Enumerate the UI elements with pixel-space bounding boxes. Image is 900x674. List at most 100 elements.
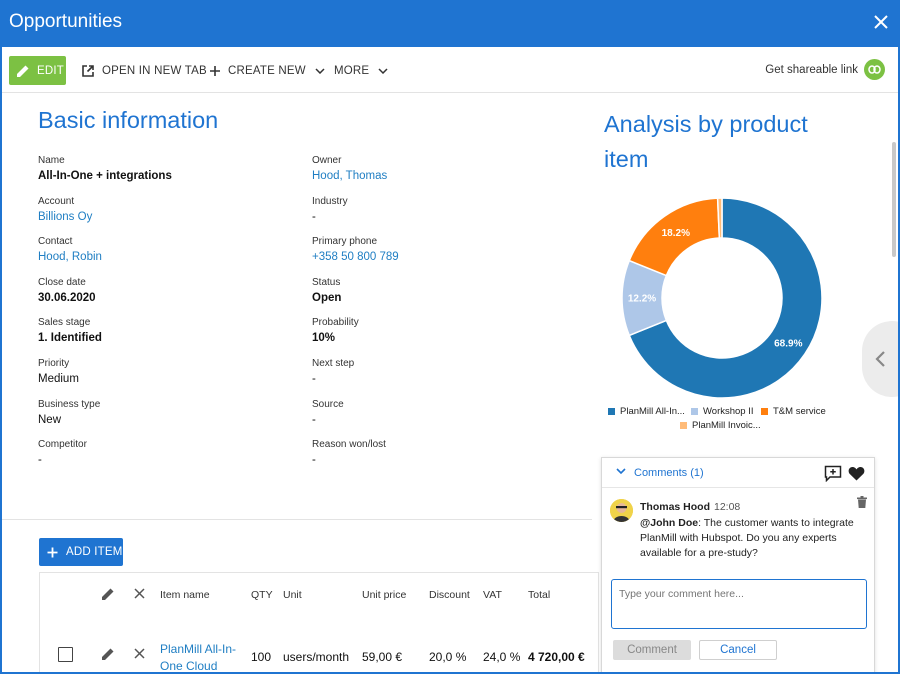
items-table: Item name QTY Unit Unit price Discount V… [39, 572, 599, 673]
collapse-panel-tab[interactable] [862, 321, 898, 397]
field-value[interactable]: Hood, Robin [38, 251, 298, 263]
field-label: Contact [38, 236, 73, 248]
edit-button[interactable]: EDIT [9, 56, 66, 85]
open-in-new-tab-button[interactable]: OPEN IN NEW TAB [81, 57, 207, 85]
legend-swatch [691, 408, 698, 415]
edit-label: EDIT [37, 64, 64, 77]
field-status: Status Open [312, 277, 572, 304]
title-bar: Opportunities [2, 2, 898, 47]
open-in-new-tab-label: OPEN IN NEW TAB [102, 65, 207, 77]
legend-item[interactable]: PlanMill Invoic... [680, 420, 761, 431]
field-competitor: Competitor - [38, 439, 298, 466]
item-name-link[interactable]: PlanMill All-In- One Cloud [160, 641, 236, 673]
delete-row-icon[interactable] [134, 648, 145, 659]
field-value: 30.06.2020 [38, 291, 96, 304]
comment-button[interactable]: Comment [613, 640, 691, 660]
field-label: Close date [38, 276, 86, 288]
comments-title: Comments (1) [634, 467, 704, 479]
more-button[interactable]: MORE [334, 57, 388, 85]
open-external-icon [82, 65, 94, 77]
field-label: Primary phone [312, 236, 378, 248]
field-label: Sales stage [38, 317, 91, 329]
chevron-down-icon [378, 68, 388, 74]
field-label: Source [312, 398, 344, 410]
cancel-button[interactable]: Cancel [699, 640, 777, 660]
field-value: - [312, 373, 316, 385]
avatar [610, 499, 633, 522]
field-contact: Contact Hood, Robin [38, 236, 298, 263]
header-total: Total [528, 589, 551, 601]
field-probability: Probability 10% [312, 317, 572, 344]
more-label: MORE [334, 65, 370, 77]
donut-data-label: 68.9% [774, 338, 802, 349]
field-owner: Owner Hood, Thomas [312, 155, 572, 182]
pencil-icon[interactable] [101, 587, 115, 601]
field-value[interactable]: +358 50 800 789 [312, 251, 572, 263]
row-checkbox[interactable] [58, 647, 73, 662]
header-item-name: Item name [160, 589, 210, 601]
product-donut-chart: 68.9% 12.2% 18.2% [621, 197, 823, 399]
add-item-button[interactable]: ADD ITEM [39, 538, 123, 566]
item-unit: users/month [283, 650, 350, 664]
field-source: Source - [312, 399, 572, 426]
comment-author: Thomas Hood 12:08 [640, 501, 740, 513]
window-title: Opportunities [9, 11, 123, 32]
comment-input[interactable] [611, 579, 867, 629]
legend-swatch [761, 408, 768, 415]
basic-information-heading: Basic information [38, 107, 219, 133]
field-sales-stage: Sales stage 1. Identified [38, 317, 298, 344]
pencil-icon [17, 65, 29, 77]
create-new-button[interactable]: CREATE NEW [209, 57, 325, 85]
item-name-line2: One Cloud [160, 659, 218, 673]
chevron-down-icon[interactable] [616, 468, 626, 475]
legend-item[interactable]: PlanMill All-In... [608, 406, 685, 417]
legend-label: PlanMill All-In... [620, 406, 685, 417]
field-label: Status [312, 276, 341, 288]
field-label: Competitor [38, 439, 87, 451]
opportunity-window: Opportunities EDIT OPEN IN NEW TAB CREAT… [0, 0, 900, 674]
close-icon[interactable] [134, 588, 145, 599]
comment-item: Thomas Hood 12:08 @John Doe: The customer… [602, 488, 874, 572]
shareable-link-label: Get shareable link [765, 63, 858, 76]
item-discount: 20,0 % [429, 650, 467, 664]
donut-data-label: 18.2% [662, 228, 690, 239]
field-value: 10% [312, 332, 336, 345]
field-value: - [312, 210, 316, 223]
item-vat: 24,0 % [483, 650, 521, 664]
legend-swatch [680, 422, 687, 429]
plus-icon [210, 66, 220, 76]
field-label: Name [38, 155, 65, 166]
field-value: Open [312, 291, 342, 304]
legend-item[interactable]: T&M service [761, 406, 826, 417]
field-label: Industry [312, 195, 348, 207]
comments-panel: Comments (1) Thomas Hood 12:08 @John Doe:… [601, 457, 875, 672]
field-priority: Priority Medium [38, 358, 298, 385]
header-qty: QTY [251, 589, 273, 601]
field-label: Owner [312, 155, 342, 166]
shareable-link-button[interactable]: Get shareable link [765, 59, 885, 80]
field-value[interactable]: Billions Oy [38, 211, 298, 223]
close-icon[interactable] [872, 13, 890, 31]
scrollbar[interactable] [892, 142, 896, 257]
field-value[interactable]: Hood, Thomas [312, 170, 572, 182]
field-value: All-In-One + integrations [38, 170, 172, 182]
trash-icon[interactable] [857, 496, 867, 508]
item-total: 4 720,00 € [528, 650, 585, 664]
header-unit-price: Unit price [362, 589, 407, 601]
field-label: Priority [38, 358, 70, 369]
chevron-left-icon [875, 351, 885, 367]
legend-label: Workshop II [703, 406, 754, 417]
comment-author-name: Thomas Hood [640, 501, 710, 513]
comments-header[interactable]: Comments (1) [602, 458, 874, 488]
legend-item[interactable]: Workshop II [691, 406, 754, 417]
header-unit: Unit [283, 589, 302, 601]
field-label: Probability [312, 317, 359, 329]
field-label: Reason won/lost [312, 439, 386, 451]
heart-icon[interactable] [848, 466, 865, 481]
pencil-icon[interactable] [101, 647, 115, 661]
header-vat: VAT [483, 589, 502, 601]
field-reason-won-lost: Reason won/lost - [312, 439, 572, 466]
add-comment-icon[interactable] [824, 465, 842, 482]
legend-swatch [608, 408, 615, 415]
comment-mention[interactable]: @John Doe [640, 517, 698, 529]
